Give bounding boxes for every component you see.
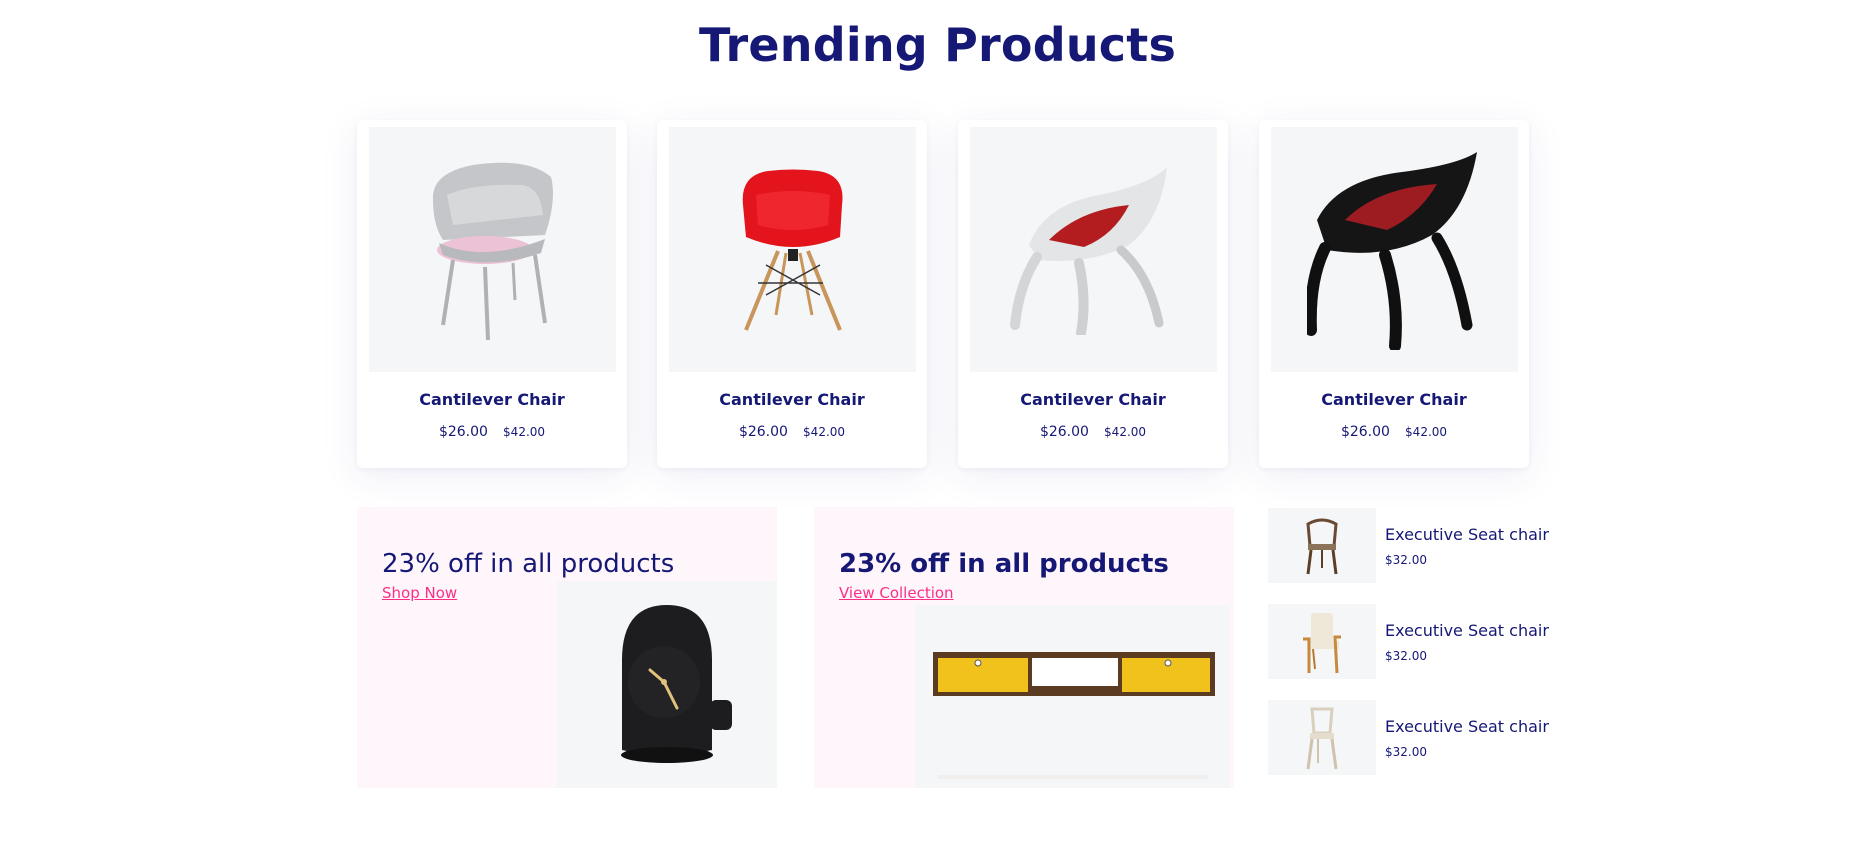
product-price: $32.00: [1385, 553, 1427, 567]
product-card[interactable]: Cantilever Chair $26.00 $42.00: [657, 120, 927, 468]
product-price: $32.00: [1385, 745, 1427, 759]
product-card[interactable]: Cantilever Chair $26.00 $42.00: [1259, 120, 1529, 468]
cream-armchair-icon: [1303, 612, 1341, 673]
grey-pink-chair-image: [432, 162, 553, 340]
product-price: $26.00: [1039, 424, 1089, 440]
product-prices: $26.00 $42.00: [657, 421, 927, 440]
white-red-pod-chair-image: [1009, 166, 1167, 335]
product-image[interactable]: [1271, 127, 1518, 372]
product-prices: $26.00 $42.00: [958, 421, 1228, 440]
product-price: $26.00: [438, 424, 488, 440]
product-name[interactable]: Cantilever Chair: [357, 390, 627, 409]
view-collection-link[interactable]: View Collection: [839, 584, 954, 602]
product-price: $26.00: [1340, 424, 1390, 440]
promo-image: [915, 605, 1230, 788]
product-image[interactable]: [669, 127, 916, 372]
yellow-media-console-icon: [932, 651, 1215, 779]
shop-now-link[interactable]: Shop Now: [382, 584, 457, 602]
black-red-pod-chair-image: [1307, 151, 1477, 350]
section-title: Trending Products: [698, 18, 1177, 72]
promo-banner: 23% off in all products View Collection: [814, 507, 1234, 788]
product-image[interactable]: [970, 127, 1217, 372]
product-old-price: $42.00: [503, 425, 546, 439]
list-item[interactable]: Executive Seat chair $32.00: [1268, 700, 1549, 775]
product-prices: $26.00 $42.00: [357, 421, 627, 440]
promo-image: [557, 581, 777, 788]
product-name[interactable]: Cantilever Chair: [1259, 390, 1529, 409]
product-price: $32.00: [1385, 649, 1427, 663]
black-clock-icon: [621, 604, 732, 763]
product-old-price: $42.00: [803, 425, 846, 439]
wishbone-chair-icon: [1306, 518, 1338, 574]
product-name[interactable]: Executive Seat chair: [1385, 621, 1549, 640]
product-old-price: $42.00: [1405, 425, 1448, 439]
product-prices: $26.00 $42.00: [1259, 421, 1529, 440]
product-card[interactable]: Cantilever Chair $26.00 $42.00: [958, 120, 1228, 468]
product-name[interactable]: Cantilever Chair: [958, 390, 1228, 409]
product-image[interactable]: [369, 127, 616, 372]
product-old-price: $42.00: [1104, 425, 1147, 439]
product-card[interactable]: Cantilever Chair $26.00 $42.00: [357, 120, 627, 468]
product-price: $26.00: [738, 424, 788, 440]
product-thumbnail[interactable]: [1268, 700, 1376, 775]
list-item[interactable]: Executive Seat chair $32.00: [1268, 604, 1549, 679]
product-name[interactable]: Executive Seat chair: [1385, 525, 1549, 544]
product-thumbnail[interactable]: [1268, 508, 1376, 583]
red-eames-chair-image: [742, 169, 842, 331]
promo-title: 23% off in all products: [382, 549, 675, 579]
product-name[interactable]: Executive Seat chair: [1385, 717, 1549, 736]
list-item[interactable]: Executive Seat chair $32.00: [1268, 508, 1549, 583]
product-name[interactable]: Cantilever Chair: [657, 390, 927, 409]
product-thumbnail[interactable]: [1268, 604, 1376, 679]
white-bistro-chair-icon: [1306, 707, 1338, 769]
promo-banner: 23% off in all products Shop Now: [357, 507, 777, 788]
promo-title: 23% off in all products: [839, 549, 1169, 579]
